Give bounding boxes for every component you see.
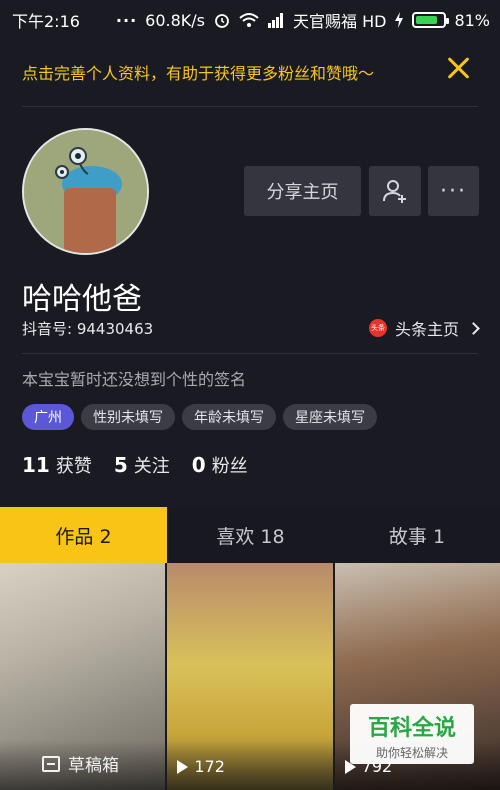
stat-fans[interactable]: 0 粉丝 xyxy=(192,452,248,478)
avatar[interactable] xyxy=(22,128,149,255)
network-speed: 60.8K/s xyxy=(145,10,205,30)
play-icon xyxy=(177,759,189,774)
play-count: 172 xyxy=(177,757,225,776)
content-tabs: 作品 2 喜欢 18 故事 1 xyxy=(0,507,500,563)
watermark-subtitle: 助你轻松解决 xyxy=(375,746,448,760)
status-bar: 下午2:16 ··· 60.8K/s 天官赐福 HD 81% xyxy=(0,0,500,36)
status-right: ··· 60.8K/s 天官赐福 HD 81% xyxy=(116,8,490,32)
profile-tags: 广州 性别未填写 年龄未填写 星座未填写 xyxy=(22,404,377,430)
divider xyxy=(22,353,478,354)
tab-works[interactable]: 作品 2 xyxy=(0,507,167,563)
add-friend-button[interactable] xyxy=(369,166,421,216)
tag-city[interactable]: 广州 xyxy=(22,404,74,430)
drafts-box[interactable]: 草稿箱 xyxy=(42,751,119,776)
chevron-right-icon xyxy=(467,321,480,335)
battery-icon xyxy=(412,12,450,28)
profile-name: 哈哈他爸 xyxy=(22,282,142,317)
video-thumbnail[interactable]: 草稿箱 xyxy=(0,563,166,790)
close-icon[interactable] xyxy=(446,56,470,80)
charging-icon xyxy=(395,12,404,28)
profile-notice-bar: 点击完善个人资料，有助于获得更多粉丝和赞哦～ xyxy=(0,36,500,106)
tag-zodiac[interactable]: 星座未填写 xyxy=(283,404,377,430)
avatar-illustration xyxy=(24,130,147,253)
divider xyxy=(22,106,478,107)
carrier-name: 天官赐福 HD xyxy=(292,12,387,31)
play-count-value: 172 xyxy=(194,757,225,776)
douyin-id: 抖音号: 94430463 xyxy=(22,320,154,338)
battery-percent: 81% xyxy=(454,10,490,30)
stat-fans-count: 0 xyxy=(191,453,206,477)
profile-stats: 11 获赞 5 关注 0 粉丝 xyxy=(22,452,248,478)
tag-age[interactable]: 年龄未填写 xyxy=(182,404,276,430)
signal-icon xyxy=(267,13,283,28)
tab-stories[interactable]: 故事 1 xyxy=(334,507,500,563)
add-user-icon xyxy=(383,180,406,203)
stat-following-count: 5 xyxy=(113,453,128,477)
site-watermark: 百科全说 助你轻松解决 xyxy=(350,704,474,764)
battery-fill xyxy=(416,16,438,24)
alarm-icon xyxy=(215,14,229,28)
tab-likes[interactable]: 喜欢 18 xyxy=(167,507,334,563)
stat-likes[interactable]: 11 获赞 xyxy=(22,452,92,478)
video-thumbnail[interactable]: 172 xyxy=(167,563,333,790)
toutiao-label: 头条主页 xyxy=(394,320,459,339)
status-time: 下午2:16 xyxy=(12,12,80,31)
stat-likes-label: 获赞 xyxy=(55,456,92,477)
toutiao-logo-icon: 头条 xyxy=(368,319,387,337)
drafts-label: 草稿箱 xyxy=(68,756,119,776)
more-notifications-icon: ··· xyxy=(115,10,138,30)
watermark-title: 百科全说 xyxy=(367,716,456,741)
stat-following[interactable]: 5 关注 xyxy=(114,452,170,478)
stat-fans-label: 粉丝 xyxy=(211,456,248,477)
stat-following-label: 关注 xyxy=(133,456,170,477)
more-dots-icon: ··· xyxy=(440,178,467,204)
profile-signature[interactable]: 本宝宝暂时还没想到个性的签名 xyxy=(22,366,246,390)
wifi-icon xyxy=(239,13,259,27)
notice-text[interactable]: 点击完善个人资料，有助于获得更多粉丝和赞哦～ xyxy=(22,60,374,84)
toutiao-homepage-link[interactable]: 头条 头条主页 xyxy=(368,316,480,340)
tag-gender[interactable]: 性别未填写 xyxy=(81,404,175,430)
share-profile-button[interactable]: 分享主页 xyxy=(244,166,361,216)
drafts-icon xyxy=(42,755,60,772)
more-options-button[interactable]: ··· xyxy=(428,166,479,216)
stat-likes-count: 11 xyxy=(22,453,50,477)
